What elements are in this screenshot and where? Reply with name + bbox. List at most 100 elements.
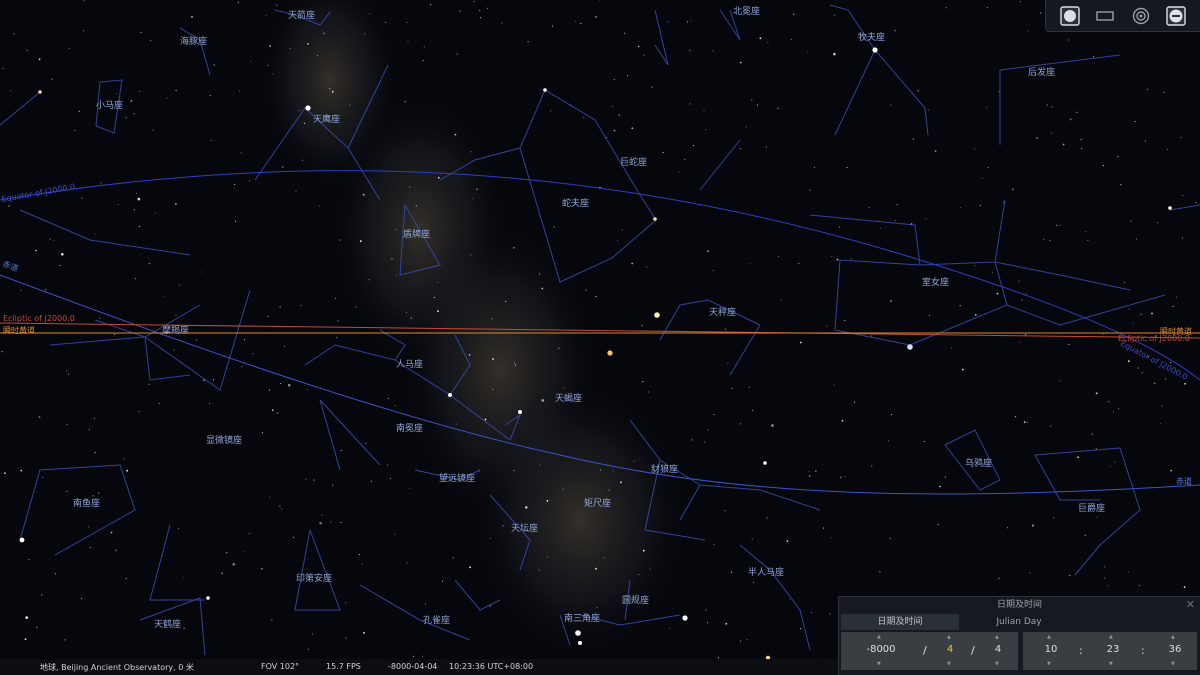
background-star xyxy=(173,349,175,351)
background-star xyxy=(611,105,614,107)
close-icon[interactable]: ✕ xyxy=(1186,598,1195,611)
background-star xyxy=(1175,296,1177,298)
background-star xyxy=(1087,239,1089,242)
day-field[interactable]: 4 xyxy=(991,644,1005,655)
background-star xyxy=(313,479,315,481)
background-star xyxy=(441,580,444,582)
background-star xyxy=(249,180,251,182)
background-star xyxy=(934,150,937,153)
target-circle-icon[interactable] xyxy=(1130,5,1152,27)
background-star xyxy=(423,46,425,48)
background-star xyxy=(646,266,648,268)
background-star xyxy=(59,264,61,267)
background-star xyxy=(179,284,181,286)
constellation-label: 盾牌座 xyxy=(403,228,430,240)
hour-up-icon[interactable]: ▲ xyxy=(1047,634,1051,640)
background-star xyxy=(539,273,541,275)
background-star xyxy=(1159,423,1161,425)
day-up-icon[interactable]: ▲ xyxy=(995,634,999,640)
background-star xyxy=(751,99,753,101)
background-star xyxy=(349,104,351,106)
background-star xyxy=(234,183,236,186)
rectangle-icon[interactable] xyxy=(1094,5,1116,27)
tab-datetime[interactable]: 日期及时间 xyxy=(841,614,959,630)
background-star xyxy=(748,386,750,388)
background-star xyxy=(284,345,286,347)
minute-down-icon[interactable]: ▼ xyxy=(1109,661,1113,667)
second-field[interactable]: 36 xyxy=(1165,644,1185,655)
background-star xyxy=(705,609,707,611)
background-star xyxy=(550,110,552,112)
month-up-icon[interactable]: ▲ xyxy=(947,634,951,640)
background-star xyxy=(110,531,113,534)
hour-field[interactable]: 10 xyxy=(1041,644,1061,655)
background-star xyxy=(541,287,544,290)
view-toolbar xyxy=(1045,0,1200,32)
background-star xyxy=(1027,30,1029,32)
background-star xyxy=(406,21,408,24)
background-star xyxy=(649,568,651,570)
tab-julian-day[interactable]: Julian Day xyxy=(959,614,1079,630)
background-star xyxy=(1050,132,1053,134)
minute-up-icon[interactable]: ▲ xyxy=(1109,634,1113,640)
background-star xyxy=(1095,448,1097,450)
background-star xyxy=(830,537,832,539)
background-star xyxy=(287,383,291,387)
ecliptic-j2000-label-left: Ecliptic of J2000.0 xyxy=(3,314,75,323)
background-star xyxy=(879,571,881,573)
second-up-icon[interactable]: ▲ xyxy=(1171,634,1175,640)
hour-down-icon[interactable]: ▼ xyxy=(1047,661,1051,667)
background-star xyxy=(1132,322,1134,324)
background-star xyxy=(2,67,4,69)
background-star xyxy=(1170,469,1172,472)
background-star xyxy=(927,109,929,111)
minus-circle-icon[interactable] xyxy=(1165,5,1187,27)
background-star xyxy=(823,527,825,529)
background-star xyxy=(1127,360,1130,363)
background-star xyxy=(690,20,692,22)
background-star xyxy=(833,384,835,386)
background-star xyxy=(896,204,898,206)
sky-view[interactable]: Equator of J2000.0 Equator of J2000.0 赤道… xyxy=(0,0,1200,675)
fov-text: FOV 102° xyxy=(261,662,300,671)
background-star xyxy=(20,469,23,472)
background-star xyxy=(502,525,504,527)
background-star xyxy=(49,238,51,240)
background-star xyxy=(1161,405,1163,407)
full-disk-icon[interactable] xyxy=(1059,5,1081,27)
minute-field[interactable]: 23 xyxy=(1103,644,1123,655)
background-star xyxy=(1118,408,1120,410)
background-star xyxy=(894,30,896,32)
background-star xyxy=(981,177,983,179)
background-star xyxy=(691,439,693,441)
year-up-icon[interactable]: ▲ xyxy=(877,634,881,640)
background-star xyxy=(158,402,160,404)
background-star xyxy=(1120,184,1122,186)
background-star xyxy=(1080,139,1082,141)
background-star xyxy=(330,521,332,523)
background-star xyxy=(359,240,362,243)
day-down-icon[interactable]: ▼ xyxy=(995,661,999,667)
year-field[interactable]: -8000 xyxy=(863,644,899,655)
second-down-icon[interactable]: ▼ xyxy=(1171,661,1175,667)
background-star xyxy=(1069,575,1071,577)
month-field[interactable]: 4 xyxy=(943,644,957,655)
background-star xyxy=(332,484,334,486)
background-star xyxy=(563,387,565,389)
background-star xyxy=(1136,238,1138,240)
background-star xyxy=(298,110,300,112)
background-star xyxy=(267,64,269,66)
background-star xyxy=(580,22,582,25)
background-star xyxy=(527,41,529,43)
background-star xyxy=(707,622,709,624)
background-star xyxy=(53,239,55,242)
background-star xyxy=(93,418,95,420)
background-star xyxy=(114,333,116,336)
month-down-icon[interactable]: ▼ xyxy=(947,661,951,667)
background-star xyxy=(68,48,70,50)
background-star xyxy=(1062,143,1065,146)
background-star xyxy=(329,88,331,90)
background-star xyxy=(271,409,274,411)
background-star xyxy=(633,460,635,462)
year-down-icon[interactable]: ▼ xyxy=(877,661,881,667)
